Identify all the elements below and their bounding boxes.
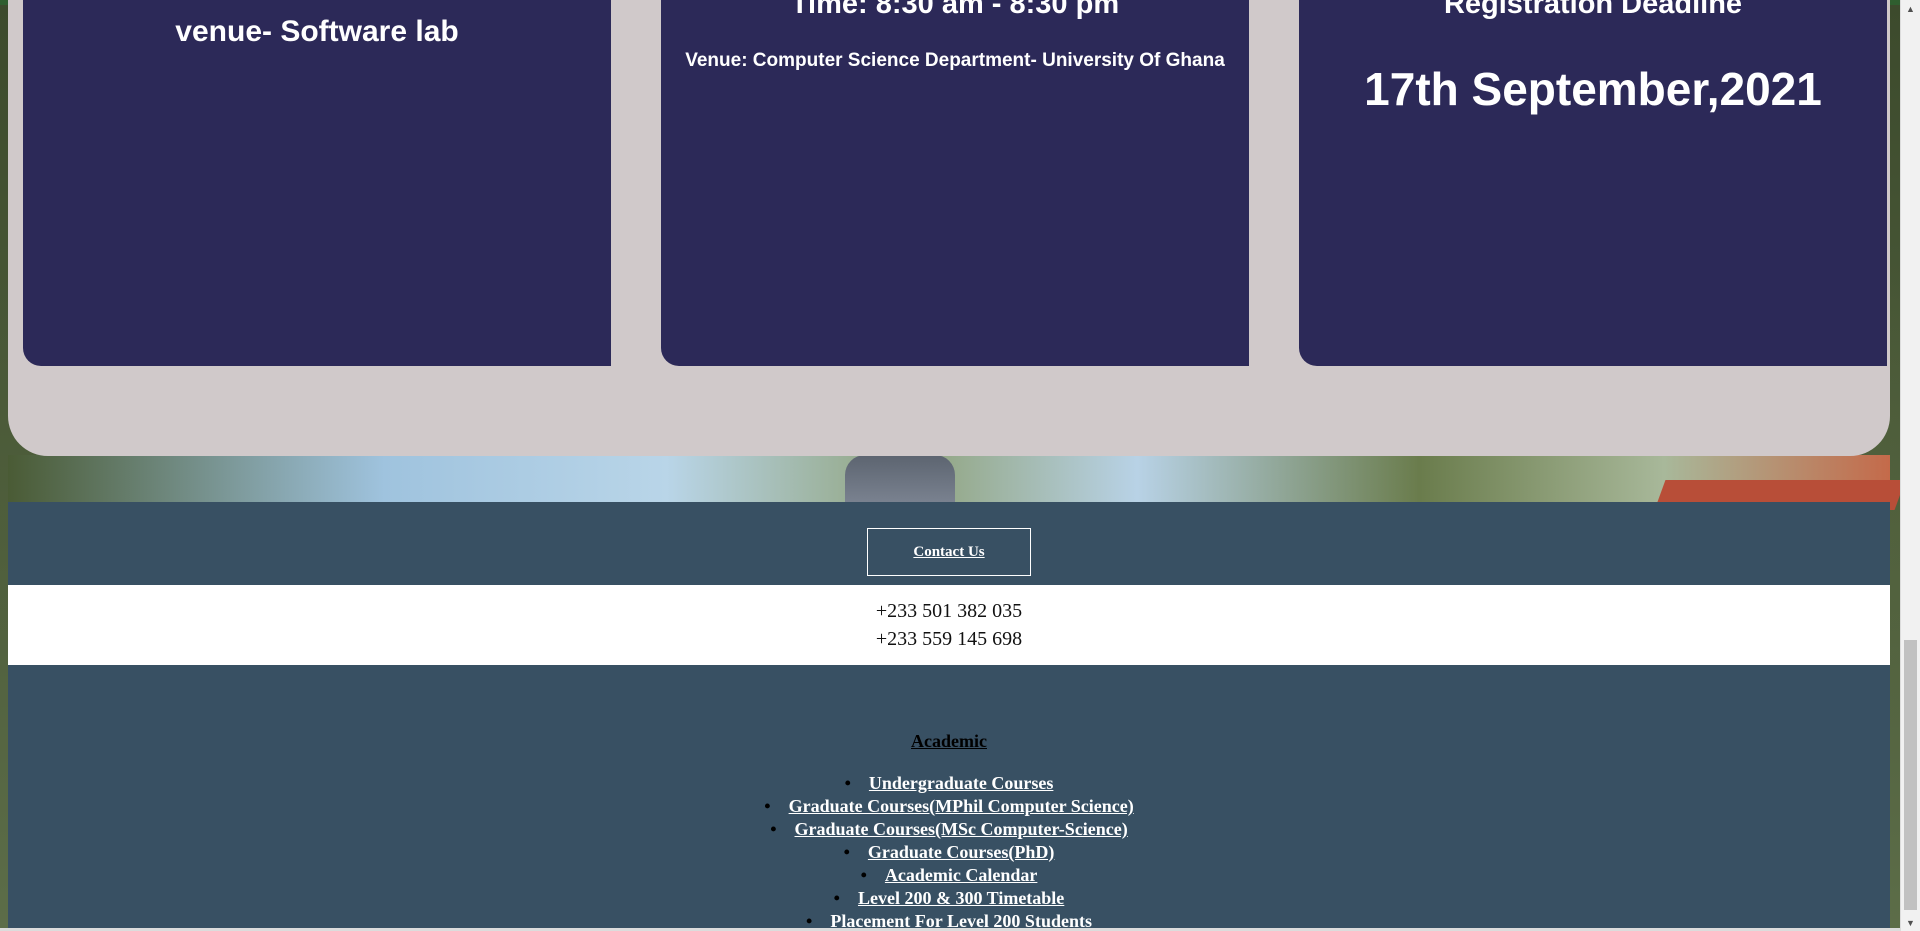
vertical-scrollbar[interactable]: ▲ ▼ [1900, 0, 1920, 931]
bullet-icon: • [764, 796, 771, 816]
bullet-icon: • [844, 773, 851, 793]
bullet-icon: • [770, 819, 777, 839]
list-item: • Graduate Courses(PhD) [8, 841, 1890, 864]
page-viewport: venue- Software lab Time: 8:30 am - 8:30… [0, 0, 1920, 931]
event-time-text: Time: 8:30 am - 8:30 pm [790, 0, 1120, 20]
event-card-time: Time: 8:30 am - 8:30 pm Venue: Computer … [661, 0, 1249, 366]
registration-deadline-date: 17th September,2021 [1364, 63, 1822, 115]
link-timetable[interactable]: Level 200 & 300 Timetable [858, 888, 1064, 908]
scrollbar-thumb[interactable] [1904, 640, 1917, 910]
scroll-up-icon[interactable]: ▲ [1901, 0, 1920, 17]
event-card-venue: venue- Software lab [23, 0, 611, 366]
list-item: • Undergraduate Courses [8, 772, 1890, 795]
contact-us-button[interactable]: Contact Us [867, 528, 1031, 576]
events-panel: venue- Software lab Time: 8:30 am - 8:30… [8, 0, 1890, 456]
link-graduate-phd[interactable]: Graduate Courses(PhD) [868, 842, 1055, 862]
phone-number-2: +233 559 145 698 [875, 628, 1023, 650]
link-academic-calendar[interactable]: Academic Calendar [885, 865, 1037, 885]
link-graduate-msc[interactable]: Graduate Courses(MSc Computer-Science) [795, 819, 1128, 839]
link-undergraduate-courses[interactable]: Undergraduate Courses [869, 773, 1054, 793]
list-item: • Academic Calendar [8, 864, 1890, 887]
contact-bar: Contact Us [8, 502, 1890, 585]
academic-link-list: • Undergraduate Courses • Graduate Courses… [8, 772, 1890, 931]
event-venue-text: Venue: Computer Science Department- Univ… [685, 50, 1225, 71]
list-item: • Graduate Courses(MSc Computer-Science) [8, 818, 1890, 841]
event-card-deadline: Registration Deadline 17th September,202… [1299, 0, 1887, 366]
phone-numbers: +233 501 382 035 +233 559 145 698 [8, 585, 1890, 665]
link-graduate-mphil[interactable]: Graduate Courses(MPhil Computer Science) [789, 796, 1134, 816]
list-item: • Graduate Courses(MPhil Computer Science… [8, 795, 1890, 818]
statue-image [845, 455, 955, 503]
phone-number-1: +233 501 382 035 [875, 600, 1023, 622]
bullet-icon: • [833, 888, 840, 908]
registration-deadline-heading: Registration Deadline [1443, 0, 1743, 20]
list-item: • Level 200 & 300 Timetable [8, 887, 1890, 910]
bullet-icon: • [860, 865, 867, 885]
venue-software-lab-text: venue- Software lab [175, 15, 459, 48]
footer-links-section: Academic • Undergraduate Courses • Graduat… [8, 665, 1890, 931]
academic-heading[interactable]: Academic [8, 731, 1890, 752]
scroll-down-icon[interactable]: ▼ [1901, 914, 1920, 931]
bullet-icon: • [843, 842, 850, 862]
